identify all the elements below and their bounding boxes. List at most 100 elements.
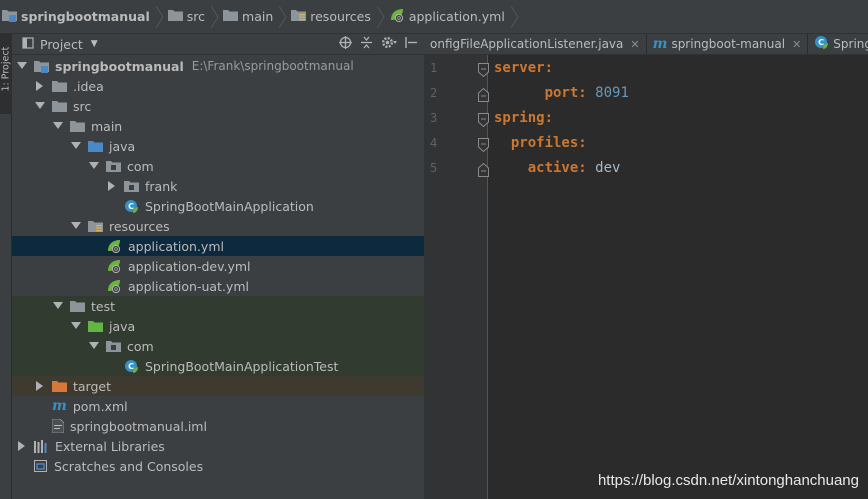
breadcrumb-item[interactable]: ⚙ application.yml: [385, 0, 507, 34]
spring-yml-icon: ⚙: [106, 259, 122, 273]
navigation-bar: springbootmanual src main resources ⚙ applica…: [0, 0, 868, 34]
breadcrumb-label: resources: [310, 9, 371, 24]
chevron-down-icon[interactable]: [70, 142, 82, 150]
code-line: spring:: [494, 106, 553, 131]
editor-tab[interactable]: C SpringBootMa: [808, 34, 868, 54]
code-line: port: 8091: [494, 81, 629, 106]
line-number: 4: [430, 136, 438, 150]
svg-text:C: C: [128, 202, 134, 211]
chevron-right-icon[interactable]: [34, 381, 46, 391]
folder-icon: [70, 300, 85, 312]
source-folder-icon: [88, 140, 103, 152]
project-tool-tab[interactable]: 1: Project: [0, 34, 12, 114]
fold-marker-icon[interactable]: [478, 62, 489, 81]
chevron-down-icon[interactable]: [52, 302, 64, 310]
spring-class-icon: C: [814, 35, 829, 53]
tree-item[interactable]: ⚙ application.yml: [12, 236, 424, 256]
editor-tab[interactable]: m springboot-manual ✕: [647, 34, 809, 54]
chevron-down-icon[interactable]: [52, 122, 64, 130]
tree-item[interactable]: .idea: [12, 76, 424, 96]
tree-item[interactable]: java: [12, 316, 424, 336]
svg-text:⚙: ⚙: [396, 16, 401, 22]
tree-item[interactable]: External Libraries: [12, 436, 424, 456]
libraries-icon: [34, 439, 49, 453]
editor-gutter: 1 2 3 4 5: [424, 55, 489, 499]
tree-item[interactable]: springbootmanual.iml: [12, 416, 424, 436]
collapse-icon[interactable]: [360, 36, 373, 52]
project-panel-header: Project ▼: [12, 34, 424, 55]
tree-item[interactable]: Scratches and Consoles: [12, 456, 424, 476]
tree-item[interactable]: springbootmanual E:\Frank\springbootmanua…: [12, 56, 424, 76]
tree-item-label: com: [127, 158, 154, 174]
svg-text:C: C: [818, 38, 824, 47]
tree-item-label: springbootmanual: [55, 58, 184, 74]
breadcrumb-label: main: [242, 9, 274, 24]
code-editor[interactable]: server: port: 8091 spring: profiles: acti…: [494, 55, 868, 499]
tree-item[interactable]: target: [12, 376, 424, 396]
editor-tab[interactable]: onfigFileApplicationListener.java ✕: [424, 34, 647, 54]
module-folder-icon: [34, 60, 49, 73]
tree-item-path: E:\Frank\springbootmanual: [191, 59, 354, 73]
tree-item[interactable]: java: [12, 136, 424, 156]
breadcrumb-item[interactable]: src: [164, 0, 207, 34]
maven-icon: m: [52, 398, 67, 414]
breadcrumb-item[interactable]: resources: [287, 0, 373, 34]
chevron-right-icon[interactable]: [106, 181, 118, 191]
folder-icon: [52, 80, 67, 92]
breadcrumb-separator-icon: [376, 5, 385, 28]
editor-tab-label: onfigFileApplicationListener.java: [430, 37, 624, 51]
tree-item-label: java: [109, 138, 136, 154]
chevron-down-icon[interactable]: [88, 342, 100, 350]
tree-item-label: application-uat.yml: [128, 278, 249, 294]
fold-marker-icon[interactable]: [478, 87, 489, 106]
chevron-down-icon[interactable]: [34, 102, 46, 110]
tree-item[interactable]: resources: [12, 216, 424, 236]
chevron-down-icon[interactable]: [70, 322, 82, 330]
tree-item[interactable]: main: [12, 116, 424, 136]
line-number: 2: [430, 86, 438, 100]
iml-file-icon: [52, 419, 64, 433]
tree-item[interactable]: ⚙ application-uat.yml: [12, 276, 424, 296]
line-number: 3: [430, 111, 438, 125]
close-icon[interactable]: ✕: [792, 38, 801, 51]
tree-item-label: java: [109, 318, 136, 334]
code-line: active: dev: [494, 156, 621, 181]
scratches-icon: [34, 459, 48, 473]
breadcrumb-label: springbootmanual: [21, 9, 150, 24]
breadcrumb-separator-icon: [278, 5, 287, 28]
chevron-down-icon[interactable]: [70, 222, 82, 230]
tree-item[interactable]: src: [12, 96, 424, 116]
resources-folder-icon: [88, 220, 103, 232]
yaml-key: profiles:: [510, 135, 587, 151]
gear-icon[interactable]: [381, 36, 397, 52]
hide-icon[interactable]: [405, 36, 418, 52]
fold-marker-icon[interactable]: [478, 137, 489, 156]
code-line: profiles:: [494, 131, 587, 156]
tree-item[interactable]: com: [12, 336, 424, 356]
chevron-right-icon[interactable]: [34, 81, 46, 91]
project-view-selector[interactable]: Project ▼: [22, 37, 98, 52]
excluded-folder-icon: [52, 380, 67, 392]
breadcrumb-separator-icon: [155, 5, 164, 28]
tree-item[interactable]: C SpringBootMainApplication: [12, 196, 424, 216]
tree-item[interactable]: com: [12, 156, 424, 176]
fold-marker-icon[interactable]: [478, 162, 489, 181]
target-icon[interactable]: [339, 36, 352, 52]
tree-item-label: External Libraries: [55, 438, 165, 454]
tree-item[interactable]: C SpringBootMainApplicationTest: [12, 356, 424, 376]
breadcrumb-item[interactable]: springbootmanual: [0, 0, 152, 34]
tree-item[interactable]: m pom.xml: [12, 396, 424, 416]
svg-text:⚙: ⚙: [114, 267, 119, 273]
tree-item[interactable]: test: [12, 296, 424, 316]
tree-item[interactable]: ⚙ application-dev.yml: [12, 256, 424, 276]
yaml-key: spring:: [494, 110, 554, 126]
close-icon[interactable]: ✕: [630, 38, 639, 51]
chevron-right-icon[interactable]: [16, 441, 28, 451]
chevron-down-icon[interactable]: [16, 62, 28, 70]
breadcrumb-item[interactable]: main: [219, 0, 275, 34]
tree-item[interactable]: frank: [12, 176, 424, 196]
fold-marker-icon[interactable]: [478, 112, 489, 131]
project-tool-tab-label: 1: Project: [0, 46, 12, 92]
chevron-down-icon[interactable]: [88, 162, 100, 170]
